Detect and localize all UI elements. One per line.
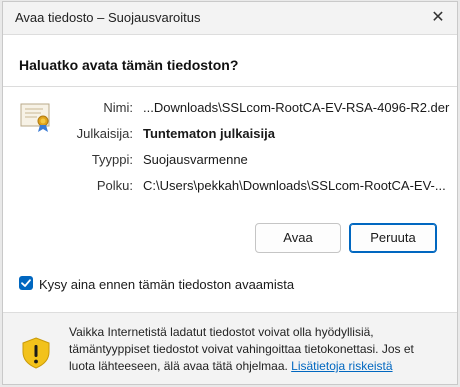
- security-warning-dialog: Avaa tiedosto – Suojausvaroitus ✕ Haluat…: [2, 1, 458, 385]
- close-button[interactable]: ✕: [425, 5, 451, 31]
- publisher-label: Julkaisija:: [76, 126, 133, 141]
- always-ask-label[interactable]: Kysy aina ennen tämän tiedoston avaamist…: [39, 277, 294, 292]
- publisher-value: Tuntematon julkaisija: [143, 126, 275, 141]
- path-value: C:\Users\pekkah\Downloads\SSLcom-RootCA-…: [143, 178, 446, 193]
- path-label: Polku:: [96, 178, 133, 193]
- always-ask-checkbox[interactable]: [19, 276, 33, 290]
- shield-warning-icon: [22, 337, 50, 369]
- certificate-icon: [20, 103, 50, 132]
- learn-more-link[interactable]: Lisätietoja riskeistä: [291, 359, 392, 373]
- divider: [3, 86, 457, 87]
- type-label: Tyyppi:: [91, 152, 133, 167]
- window-title: Avaa tiedosto – Suojausvaroitus: [15, 10, 201, 25]
- open-button[interactable]: Avaa: [255, 223, 341, 253]
- warning-footer: Vaikka Internetistä ladatut tiedostot vo…: [3, 312, 457, 384]
- name-value: ...Downloads\SSLcom-RootCA-EV-RSA-4096-R…: [143, 100, 450, 115]
- cancel-button[interactable]: Peruuta: [349, 223, 437, 253]
- name-label: Nimi:: [103, 100, 133, 115]
- dialog-question: Haluatko avata tämän tiedoston?: [19, 57, 239, 73]
- type-value: Suojausvarmenne: [143, 152, 248, 167]
- close-icon: ✕: [431, 9, 445, 26]
- checkmark-icon: [21, 279, 31, 287]
- title-bar[interactable]: Avaa tiedosto – Suojausvaroitus ✕: [3, 2, 457, 35]
- warning-text-block: Vaikka Internetistä ladatut tiedostot vo…: [69, 324, 441, 375]
